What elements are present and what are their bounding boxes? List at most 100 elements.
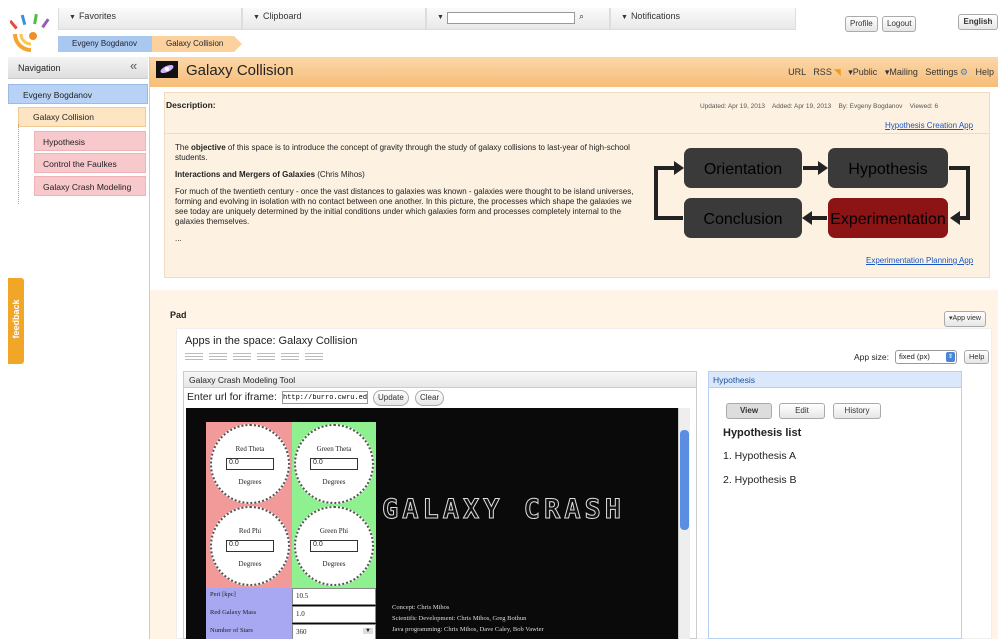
- section-heading: Interactions and Mergers of Galaxies (Ch…: [175, 170, 365, 179]
- galaxy-thumbnail-icon: [156, 61, 178, 78]
- credits: Concept: Chris Mihos Scientific Developm…: [392, 604, 544, 633]
- param-label-mass: Red Galaxy Mass: [210, 609, 257, 616]
- simulation-iframe[interactable]: Red Theta 0.0 Degrees Green Theta 0.0 De…: [186, 408, 678, 639]
- profile-button[interactable]: Profile: [845, 16, 878, 32]
- help-button[interactable]: Help: [964, 350, 990, 364]
- collapse-icon[interactable]: «: [130, 58, 137, 73]
- param-input-peri[interactable]: 10.5: [292, 588, 376, 605]
- cycle-label-experimentation: Experimentation: [830, 211, 946, 228]
- scrollbar-thumb[interactable]: [680, 430, 689, 530]
- clipboard-menu[interactable]: ▼ Clipboard: [242, 8, 426, 30]
- body-paragraph: For much of the twentieth century - once…: [175, 187, 634, 226]
- cycle-label-hypothesis: Hypothesis: [848, 161, 927, 178]
- layout-3col-icon[interactable]: [233, 353, 251, 361]
- param-label-peri: Peri [kpc]: [210, 591, 236, 598]
- layout-1col-icon[interactable]: [185, 353, 203, 361]
- dropdown-arrow-icon[interactable]: ▼: [437, 14, 444, 21]
- breadcrumb-space[interactable]: Galaxy Collision: [152, 36, 234, 52]
- layout-2col-icon[interactable]: [209, 353, 227, 361]
- nav-user-item[interactable]: Evgeny Bogdanov: [8, 84, 148, 104]
- galaxy-tool-header: Galaxy Crash Modeling Tool: [184, 372, 696, 388]
- red-phi-dial[interactable]: Red Phi 0.0 Degrees: [210, 506, 290, 586]
- layout-toolbar: [185, 353, 323, 361]
- notifications-menu[interactable]: ▼ Notifications: [610, 8, 796, 30]
- red-theta-dial[interactable]: Red Theta 0.0 Degrees: [210, 424, 290, 504]
- description-label: Description:: [166, 100, 216, 110]
- hypothesis-view-tab[interactable]: View: [726, 403, 772, 419]
- layout-5col-icon[interactable]: [281, 353, 299, 361]
- update-button[interactable]: Update: [373, 390, 409, 406]
- param-input-mass[interactable]: 1.0: [292, 606, 376, 623]
- nav-user-label: Evgeny Bogdanov: [23, 90, 92, 100]
- app-size-select[interactable]: fixed (px) ⇕: [895, 350, 957, 364]
- param-label-stars: Number of Stars: [210, 627, 253, 634]
- app-logo[interactable]: [10, 12, 52, 52]
- inquiry-cycle-diagram: Orientation Hypothesis Conclusion Experi…: [654, 148, 970, 238]
- search-icon[interactable]: ⌕: [579, 11, 584, 22]
- cycle-label-orientation: Orientation: [704, 161, 782, 178]
- page-title: Galaxy Collision: [186, 62, 294, 79]
- page-menu: URL RSS ◥ ▾Public ▾Mailing Settings ⚙ Help: [783, 67, 994, 78]
- logout-button[interactable]: Logout: [882, 16, 917, 32]
- iframe-url-input[interactable]: [282, 391, 368, 404]
- nav-space-item[interactable]: Galaxy Collision: [18, 107, 146, 127]
- nav-item-galaxy-crash-modeling[interactable]: Galaxy Crash Modeling: [34, 176, 146, 196]
- rss-icon: ◥: [833, 67, 841, 77]
- hypothesis-widget-header: Hypothesis: [709, 372, 961, 388]
- rss-link[interactable]: RSS ◥: [813, 67, 840, 77]
- breadcrumb-arrow-icon: [234, 36, 242, 52]
- search-box: ▼ ⌕: [426, 8, 610, 30]
- help-link[interactable]: Help: [975, 67, 994, 77]
- settings-link[interactable]: Settings ⚙: [925, 67, 968, 77]
- navigation-header: Navigation: [8, 57, 148, 79]
- app-size-label: App size:: [854, 352, 889, 362]
- green-theta-input[interactable]: 0.0: [310, 458, 358, 470]
- nav-item-control-faulkes[interactable]: Control the Faulkes: [34, 153, 146, 173]
- pad-label: Pad: [170, 310, 187, 320]
- experimentation-planning-app-link[interactable]: Experimentation Planning App: [866, 256, 973, 265]
- nav-space-label: Galaxy Collision: [33, 112, 94, 122]
- green-phi-input[interactable]: 0.0: [310, 540, 358, 552]
- cycle-label-conclusion: Conclusion: [703, 211, 782, 228]
- select-stepper-icon: ⇕: [946, 352, 955, 362]
- search-input[interactable]: [447, 12, 575, 24]
- hypothesis-history-tab[interactable]: History: [833, 403, 881, 419]
- iframe-scrollbar[interactable]: [678, 408, 690, 639]
- green-phi-dial[interactable]: Green Phi 0.0 Degrees: [294, 506, 374, 586]
- nav-item-hypothesis[interactable]: Hypothesis: [34, 131, 146, 151]
- green-theta-dial[interactable]: Green Theta 0.0 Degrees: [294, 424, 374, 504]
- breadcrumb-user[interactable]: Evgeny Bogdanov: [58, 36, 154, 52]
- language-select[interactable]: English: [958, 14, 998, 30]
- dropdown-arrow-icon: ▼: [621, 14, 628, 21]
- param-select-stars[interactable]: 360 ▼: [292, 624, 376, 639]
- layout-6col-icon[interactable]: [305, 353, 323, 361]
- hypothesis-edit-tab[interactable]: Edit: [779, 403, 825, 419]
- clear-button[interactable]: Clear: [415, 390, 445, 406]
- nav-tree-line: [18, 124, 19, 204]
- description-text: The objective of this space is to introd…: [175, 143, 635, 251]
- ellipsis: ...: [175, 234, 182, 243]
- feedback-tab[interactable]: feedback: [8, 278, 24, 364]
- hypothesis-list-heading: Hypothesis list: [723, 427, 802, 439]
- settings-icon: ⚙: [959, 67, 968, 77]
- red-phi-input[interactable]: 0.0: [226, 540, 274, 552]
- hypothesis-list-item[interactable]: 1. Hypothesis A: [723, 450, 796, 462]
- hypothesis-list-item[interactable]: 2. Hypothesis B: [723, 474, 797, 486]
- url-link[interactable]: URL: [788, 67, 806, 77]
- select-arrow-icon: ▼: [363, 628, 373, 634]
- iframe-url-label: Enter url for iframe:: [187, 391, 277, 403]
- red-theta-input[interactable]: 0.0: [226, 458, 274, 470]
- galaxy-crash-banner: GALAXY CRASH: [381, 494, 626, 526]
- description-meta: Updated: Apr 19, 2013 Added: Apr 19, 201…: [700, 103, 939, 110]
- mailing-menu[interactable]: ▾Mailing: [885, 67, 918, 77]
- favorites-menu[interactable]: ▼ Favorites: [58, 8, 242, 30]
- layout-4col-icon[interactable]: [257, 353, 275, 361]
- objective-paragraph: The objective of this space is to introd…: [175, 143, 630, 162]
- dropdown-arrow-icon: ▼: [69, 14, 76, 21]
- apps-title: Apps in the space: Galaxy Collision: [185, 335, 358, 347]
- public-menu[interactable]: ▾Public: [848, 67, 877, 77]
- app-view-button[interactable]: ▾App view: [944, 311, 986, 327]
- description-divider: [164, 133, 990, 134]
- dropdown-arrow-icon: ▼: [253, 14, 260, 21]
- hypothesis-creation-app-link[interactable]: Hypothesis Creation App: [885, 121, 973, 130]
